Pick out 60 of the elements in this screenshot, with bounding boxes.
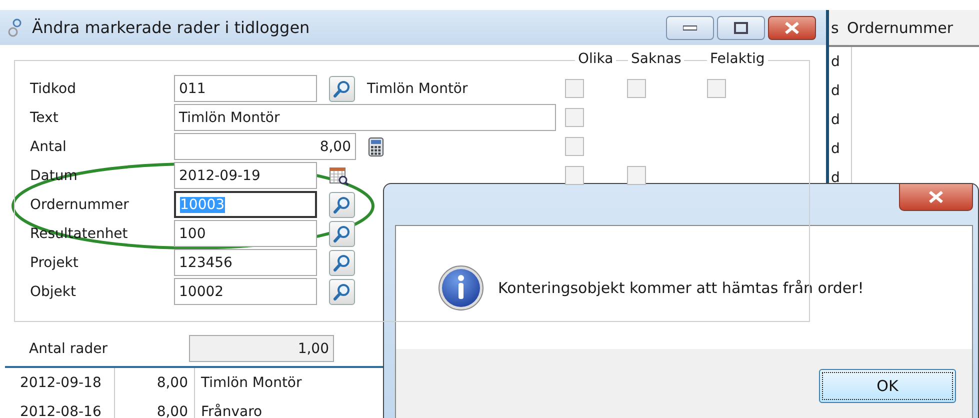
input-field[interactable]: 10002 <box>174 278 317 305</box>
search-icon <box>333 224 351 242</box>
checkbox[interactable] <box>707 79 726 98</box>
field-label: Objekt <box>29 284 78 300</box>
maximize-button[interactable] <box>717 16 765 40</box>
close-icon <box>928 191 944 203</box>
lookup-button[interactable] <box>329 192 355 218</box>
field-label: Text <box>29 110 60 126</box>
search-icon <box>333 254 351 272</box>
calculator-icon <box>368 136 384 156</box>
checkbox[interactable] <box>565 79 584 98</box>
table-cell: d <box>829 105 852 134</box>
table-cell: d <box>829 134 852 163</box>
table-cell-text: Timlön Montör <box>200 374 303 392</box>
info-icon <box>438 264 484 310</box>
checkbox[interactable] <box>627 166 646 185</box>
checkbox[interactable] <box>565 166 584 185</box>
input-field[interactable]: 2012-09-19 <box>174 162 317 189</box>
input-field[interactable]: 011 <box>174 75 317 102</box>
column-header[interactable]: s <box>829 18 845 36</box>
description-text: Timlön Montör <box>367 80 468 96</box>
input-field[interactable]: 100 <box>174 220 317 247</box>
count-field: 1,00 <box>189 335 334 362</box>
table-cell: d <box>829 47 852 76</box>
message-text: Konteringsobjekt kommer att hämtas från order! <box>498 278 864 296</box>
checkbox[interactable] <box>627 79 646 98</box>
column-label: Felaktig <box>707 51 768 67</box>
field-label: Ordernummer <box>29 196 130 212</box>
checkbox[interactable] <box>565 108 584 127</box>
close-icon <box>784 22 800 34</box>
search-icon <box>333 196 351 214</box>
search-icon <box>333 282 351 300</box>
table-cell: 8,00 <box>115 397 195 418</box>
restore-icon <box>734 22 748 34</box>
field-label: Tidkod <box>29 80 77 96</box>
minimize-icon <box>683 24 697 30</box>
close-button[interactable] <box>899 184 973 211</box>
field-label: Antal rader <box>28 340 108 356</box>
lookup-button[interactable] <box>329 76 355 102</box>
table-cell: 2012-08-16 <box>14 397 115 418</box>
input-field[interactable]: Timlön Montör <box>174 104 556 131</box>
field-label: Antal <box>29 138 68 154</box>
checkbox[interactable] <box>565 137 584 156</box>
calendar-icon <box>329 166 349 186</box>
minimize-button[interactable] <box>666 16 714 40</box>
lookup-button[interactable] <box>329 220 355 246</box>
table-cell-text: Frånvaro <box>200 402 264 418</box>
table-cell: 8,00 <box>115 368 195 397</box>
field-label: Projekt <box>29 254 80 270</box>
close-button[interactable] <box>768 16 816 40</box>
input-field[interactable]: 123456 <box>174 249 317 276</box>
lookup-button[interactable] <box>329 250 355 276</box>
ok-button[interactable]: OK <box>819 369 956 403</box>
table-cell: 2012-09-18 <box>14 368 115 397</box>
window-title: Ändra markerade rader i tidloggen <box>32 18 310 37</box>
column-header[interactable]: Ordernummer <box>845 18 955 36</box>
lookup-button[interactable] <box>329 278 355 304</box>
table-cell: d <box>829 76 852 105</box>
input-field[interactable]: 8,00 <box>174 133 356 160</box>
search-icon <box>333 80 351 98</box>
